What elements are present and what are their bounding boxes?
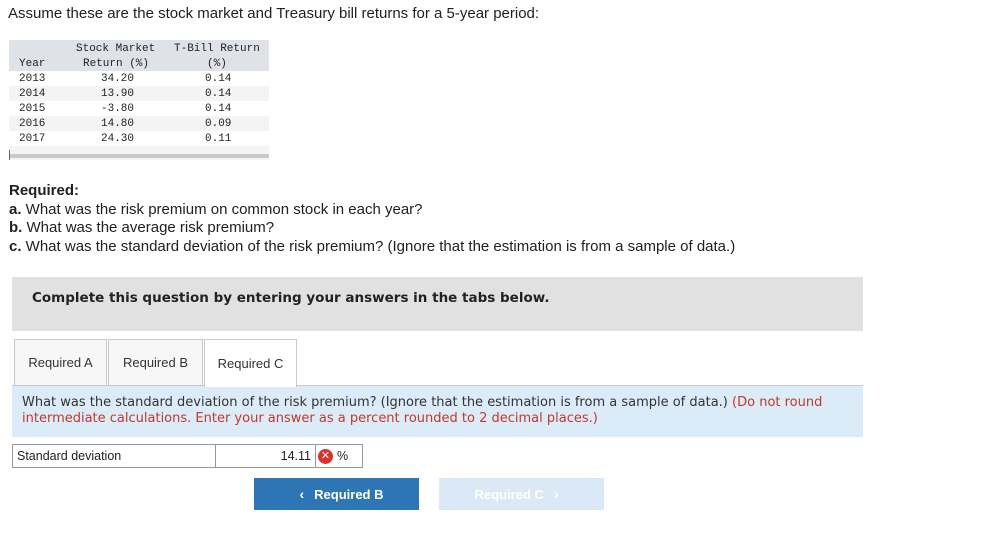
year-cell: 2016 [19, 118, 46, 130]
required-a: a. What was the risk premium on common s… [9, 200, 423, 218]
stock-header-2: Return (%) [83, 58, 150, 70]
instruction-banner: Complete this question by entering your … [12, 277, 863, 331]
tab-required-c[interactable]: Required C [204, 339, 297, 387]
standard-deviation-input[interactable]: 14.11 [216, 444, 316, 468]
tbill-header-1: T-Bill Return [174, 43, 260, 55]
stock-return-cell: -3.80 [101, 103, 135, 115]
chevron-right-icon: › [553, 486, 559, 502]
tbill-return-cell: 0.11 [205, 133, 232, 145]
tab-required-b[interactable]: Required B [108, 339, 203, 385]
tbill-return-cell: 0.14 [205, 103, 232, 115]
stock-return-cell: 24.30 [101, 133, 135, 145]
tbill-header-2: (%) [207, 58, 227, 70]
stock-return-cell: 13.90 [101, 88, 135, 100]
prev-required-b-button[interactable]: ‹ Required B [254, 478, 419, 510]
required-b: b. What was the average risk premium? [9, 219, 275, 236]
stock-return-cell: 34.20 [101, 73, 135, 85]
tbill-return-cell: 0.14 [205, 73, 232, 85]
table-left-rule [9, 150, 10, 160]
incorrect-x-icon: ✕ [318, 449, 333, 464]
tab-required-a[interactable]: Required A [14, 339, 107, 385]
required-section: Required: a. What was the risk premium o… [9, 182, 735, 256]
answer-label: Standard deviation [12, 444, 216, 468]
next-required-c-button[interactable]: Required C › [439, 478, 604, 510]
intro-text: Assume these are the stock market and Tr… [8, 5, 540, 22]
required-c: c. What was the standard deviation of th… [9, 237, 736, 255]
tbill-return-cell: 0.14 [205, 88, 232, 100]
year-header: Year [19, 58, 46, 70]
year-cell: 2017 [19, 133, 46, 145]
chevron-left-icon: ‹ [299, 486, 305, 502]
stock-header-1: Stock Market [76, 43, 156, 55]
tbill-return-cell: 0.09 [205, 118, 232, 130]
table-bottom-rule [9, 154, 269, 158]
question-text: What was the standard deviation of the r… [22, 395, 823, 426]
answer-row: Standard deviation 14.11 % ✕ [12, 444, 363, 468]
year-cell: 2015 [19, 103, 46, 115]
question-panel: What was the standard deviation of the r… [12, 386, 863, 437]
returns-table: Stock Market T-Bill Return Year Return (… [9, 40, 269, 160]
stock-return-cell: 14.80 [101, 118, 135, 130]
required-heading: Required: [9, 182, 80, 199]
instruction-text: Complete this question by entering your … [32, 290, 550, 306]
year-cell: 2014 [19, 88, 46, 100]
year-cell: 2013 [19, 73, 46, 85]
